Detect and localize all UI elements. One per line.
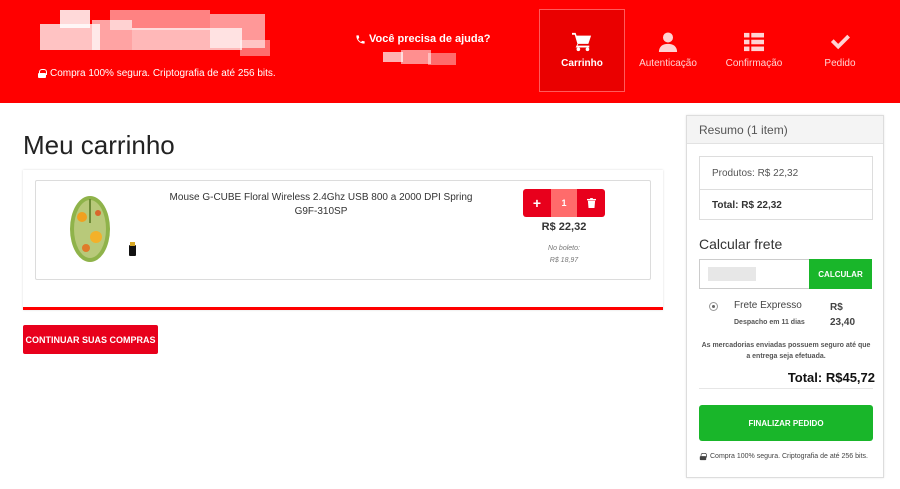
shipping-option-eta: Despacho em 11 dias — [734, 319, 805, 326]
boleto-value: R$ 18,97 — [549, 257, 579, 264]
store-logo[interactable] — [40, 10, 270, 62]
phone-icon — [356, 34, 365, 44]
product-name[interactable]: Mouse G-CUBE Floral Wireless 2.4Ghz USB … — [161, 191, 481, 219]
shipping-option-radio[interactable] — [709, 302, 718, 311]
continue-shopping-button[interactable]: CONTINUAR SUAS COMPRAS — [23, 325, 158, 354]
secure-text: Compra 100% segura. Criptografia de até … — [710, 453, 868, 460]
trash-icon — [586, 198, 596, 208]
shipping-title: Calcular frete — [699, 236, 783, 252]
shipping-insurance-note: As mercadorias enviadas possuem seguro a… — [701, 342, 871, 360]
shipping-option-name: Frete Expresso — [734, 300, 802, 311]
step-confirmation[interactable]: Confirmação — [711, 9, 797, 92]
cep-input[interactable] — [699, 259, 809, 289]
cart-icon — [572, 32, 592, 52]
calculate-shipping-button[interactable]: CALCULAR — [809, 259, 872, 289]
boleto-label: No boleto: — [548, 245, 580, 252]
help-phone-number — [383, 50, 458, 68]
remove-item-button[interactable] — [577, 189, 605, 217]
item-price: R$ 22,32 — [541, 221, 587, 233]
quantity-stepper: + 1 — [523, 189, 605, 217]
increase-quantity-button[interactable]: + — [523, 189, 551, 217]
step-label: Autenticação — [639, 58, 697, 69]
cart-panel: Mouse G-CUBE Floral Wireless 2.4Ghz USB … — [23, 170, 663, 310]
step-cart[interactable]: Carrinho — [539, 9, 625, 92]
lock-icon — [38, 69, 47, 78]
step-label: Pedido — [824, 58, 856, 69]
site-header: Compra 100% segura. Criptografia de até … — [0, 0, 900, 103]
boleto-price: No boleto: R$ 18,97 — [522, 243, 606, 267]
order-summary: Resumo (1 item) Produtos: R$ 22,32 Total… — [686, 115, 884, 478]
check-icon — [830, 34, 850, 50]
user-icon — [658, 32, 678, 52]
summary-heading: Resumo (1 item) — [687, 116, 883, 144]
divider — [699, 388, 873, 389]
summary-totals: Produtos: R$ 22,32 Total: R$ 22,32 — [699, 156, 873, 220]
step-order[interactable]: Pedido — [797, 9, 883, 92]
cart-item: Mouse G-CUBE Floral Wireless 2.4Ghz USB … — [35, 180, 651, 280]
checkout-steps: Carrinho Autenticação Confirmação Pedido — [539, 9, 883, 92]
shipping-option-price: R$ 23,40 — [830, 302, 856, 328]
grand-total: Total: R$45,72 — [787, 370, 875, 385]
secure-purchase-note: Compra 100% segura. Criptografia de até … — [38, 68, 276, 79]
lock-icon — [699, 452, 708, 461]
step-authentication[interactable]: Autenticação — [625, 9, 711, 92]
step-label: Confirmação — [725, 58, 783, 69]
secure-purchase-note-bottom: Compra 100% segura. Criptografia de até … — [699, 452, 879, 461]
summary-total: Total: R$ 22,32 — [700, 189, 872, 221]
finish-order-button[interactable]: FINALIZAR PEDIDO — [699, 405, 873, 441]
product-image[interactable] — [64, 193, 144, 265]
page-title: Meu carrinho — [23, 130, 175, 160]
products-subtotal: Produtos: R$ 22,32 — [712, 167, 799, 179]
quantity-value[interactable]: 1 — [551, 189, 577, 217]
list-icon — [744, 32, 764, 52]
step-label: Carrinho — [561, 58, 603, 69]
help-line: Você precisa de ajuda? — [355, 33, 490, 45]
secure-text: Compra 100% segura. Criptografia de até … — [50, 68, 276, 79]
help-text: Você precisa de ajuda? — [369, 33, 491, 45]
